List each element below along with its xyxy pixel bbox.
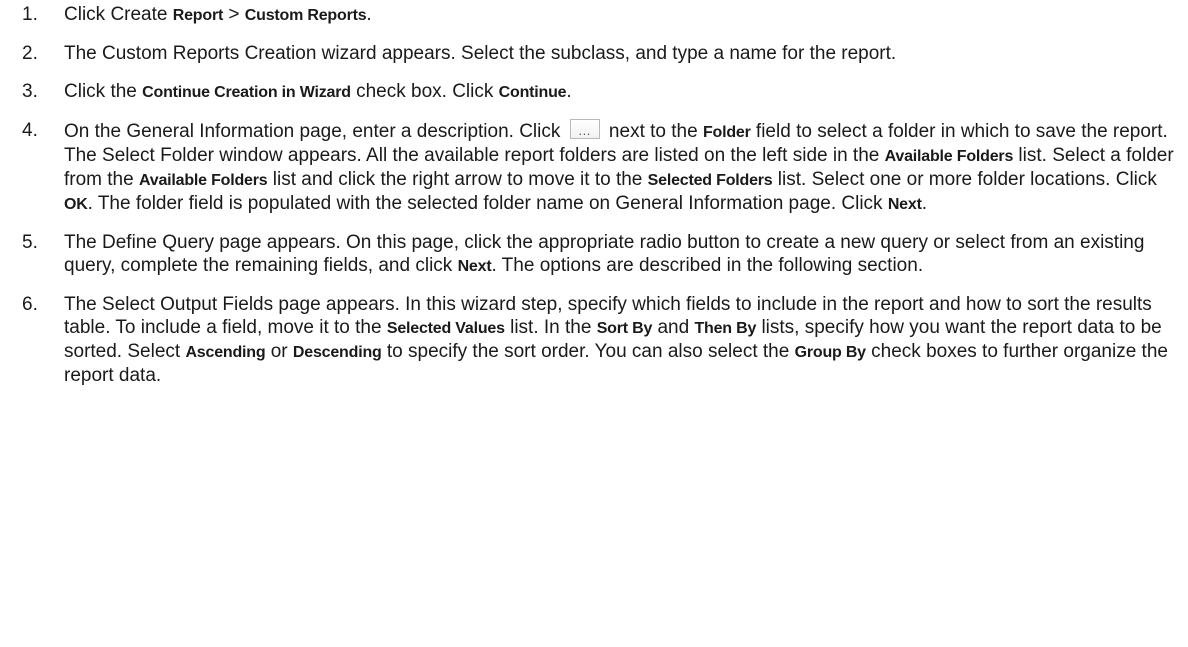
instruction-step: 4. On the General Information page, enter… bbox=[22, 119, 1177, 216]
ui-term: Sort By bbox=[596, 320, 653, 337]
step-number: 1. bbox=[22, 4, 38, 25]
step-text-run: list. Select one or more folder location… bbox=[772, 169, 1157, 190]
ui-term: Selected Folders bbox=[647, 172, 773, 189]
ui-term: Selected Values bbox=[386, 320, 505, 337]
ui-term: Folder bbox=[702, 124, 751, 141]
ui-term: Ascending bbox=[185, 344, 266, 361]
ui-term: Descending bbox=[292, 344, 382, 361]
step-text-run: . bbox=[921, 193, 927, 214]
ui-term: Report bbox=[172, 7, 224, 24]
ui-term: Continue bbox=[498, 84, 567, 101]
step-text-run: next to the bbox=[603, 121, 703, 142]
instruction-step: 2. The Custom Reports Creation wizard app… bbox=[22, 42, 1177, 65]
step-text: The Select Output Fields page appears. I… bbox=[64, 293, 1177, 387]
step-text-run: Click Create bbox=[64, 4, 173, 25]
instruction-steps-list: 1. Click Create Report > Custom Reports. 2… bbox=[22, 3, 1177, 402]
step-text-run: > bbox=[223, 4, 245, 25]
ui-term: Available Folders bbox=[138, 172, 268, 189]
ui-term: Custom Reports bbox=[244, 7, 367, 24]
step-text-run: Click the bbox=[64, 81, 143, 102]
step-text-run: On the General Information page, enter a… bbox=[64, 121, 566, 142]
step-text: The Custom Reports Creation wizard appea… bbox=[64, 42, 1177, 65]
ellipsis-glyph: ... bbox=[578, 123, 591, 138]
step-text: The Define Query page appears. On this p… bbox=[64, 231, 1177, 278]
instruction-step: 1. Click Create Report > Custom Reports. bbox=[22, 3, 1177, 27]
step-text-run: check box. Click bbox=[350, 81, 499, 102]
step-text-run: . bbox=[366, 4, 372, 25]
step-text: Click Create Report > Custom Reports. bbox=[64, 3, 1177, 27]
step-text-run: . The folder field is populated with the… bbox=[87, 193, 888, 214]
step-text: Click the Continue Creation in Wizard ch… bbox=[64, 80, 1177, 104]
step-number: 6. bbox=[22, 294, 38, 315]
step-number: 3. bbox=[22, 81, 38, 102]
step-number: 2. bbox=[22, 43, 38, 64]
ui-term: OK bbox=[64, 196, 88, 213]
step-text-run: list. In the bbox=[504, 317, 597, 338]
ui-term: Next bbox=[887, 196, 922, 213]
instruction-step: 3. Click the Continue Creation in Wizard … bbox=[22, 80, 1177, 104]
ui-term: Available Folders bbox=[884, 148, 1014, 165]
step-text-run: list and click the right arrow to move i… bbox=[267, 169, 648, 190]
step-number: 4. bbox=[22, 120, 38, 141]
ui-term: Continue Creation in Wizard bbox=[142, 84, 351, 101]
step-number: 5. bbox=[22, 232, 38, 253]
instruction-step: 6. The Select Output Fields page appears.… bbox=[22, 293, 1177, 387]
step-text-run: The Custom Reports Creation wizard appea… bbox=[64, 43, 897, 64]
ui-term: Next bbox=[457, 258, 492, 275]
instruction-step: 5. The Define Query page appears. On this… bbox=[22, 231, 1177, 278]
step-text-run: and bbox=[652, 317, 695, 338]
ellipsis-button-icon: ... bbox=[569, 119, 600, 139]
step-text: On the General Information page, enter a… bbox=[64, 119, 1177, 216]
step-text-run: or bbox=[265, 341, 293, 362]
ui-term: Group By bbox=[794, 344, 866, 361]
step-text-run: to specify the sort order. You can also … bbox=[381, 341, 795, 362]
step-text-run: . bbox=[566, 81, 572, 102]
step-text-run: . The options are described in the follo… bbox=[491, 255, 924, 276]
ui-term: Then By bbox=[694, 320, 757, 337]
